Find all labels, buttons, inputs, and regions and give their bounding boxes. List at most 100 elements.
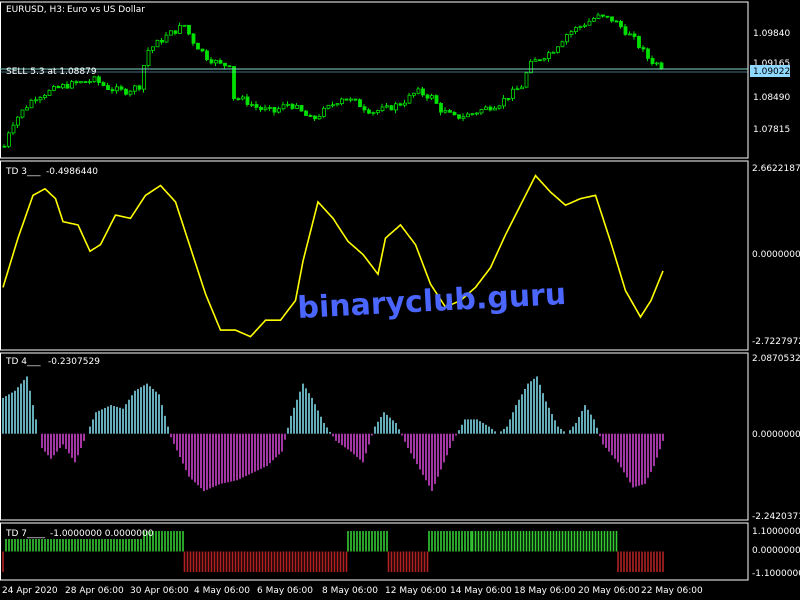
candle-body [43, 94, 47, 98]
candle-body [97, 76, 101, 84]
candle-body [308, 115, 313, 117]
candle-body [259, 106, 263, 111]
time-tick: 14 May 06:00 [450, 586, 512, 596]
candle-body [101, 82, 106, 86]
candle-body [326, 104, 331, 109]
candle-body [128, 90, 133, 95]
candle-body [182, 24, 187, 27]
candle-body [632, 33, 637, 37]
candle-body [515, 88, 520, 91]
candle-body [641, 47, 646, 50]
candle-body [547, 52, 551, 59]
td4-tick: 0.0000000 [752, 430, 800, 440]
candle-body [398, 103, 403, 106]
candle-body [151, 46, 155, 51]
candle-body [322, 107, 326, 117]
candle-body [479, 109, 484, 114]
candle-body [430, 95, 434, 99]
candle-body [506, 98, 511, 100]
candle-body [628, 33, 632, 36]
candle-body [169, 30, 173, 36]
td4-histogram [2, 376, 664, 492]
candle-body [412, 92, 416, 96]
candle-body [619, 21, 623, 28]
candle-body [137, 85, 142, 90]
candle-body [520, 86, 524, 90]
candle-body [367, 109, 371, 114]
time-tick: 28 Apr 06:00 [65, 586, 124, 596]
candle-body [394, 103, 398, 111]
candle-body [502, 98, 506, 107]
td7-pane-value: -1.0000000 0.0000000 [50, 529, 154, 539]
td4-tick: -2.2420371 [752, 512, 800, 522]
price-candles [2, 12, 664, 149]
candle-body [304, 110, 308, 116]
td3-pane-value: -0.4986440 [46, 167, 98, 177]
candle-body [565, 34, 569, 43]
candle-body [349, 98, 353, 101]
candle-body [146, 49, 151, 66]
candle-body [646, 48, 650, 59]
candle-body [317, 116, 322, 120]
candle-body [488, 106, 493, 111]
time-tick: 8 May 06:00 [322, 586, 378, 596]
time-tick: 20 May 06:00 [578, 586, 640, 596]
candle-body [650, 58, 655, 65]
candle-body [160, 39, 164, 43]
time-tick: 4 May 06:00 [194, 586, 250, 596]
candle-body [299, 105, 304, 112]
candle-body [286, 103, 290, 106]
candle-body [218, 60, 223, 64]
candle-body [542, 58, 547, 61]
time-axis: 24 Apr 2020 28 Apr 06:00 30 Apr 06:00 4 … [2, 586, 703, 596]
td3-tick: 0.0000000 [752, 250, 800, 260]
candle-body [335, 103, 340, 106]
time-tick: 22 May 06:00 [641, 586, 703, 596]
candle-body [79, 81, 83, 84]
td4-pane-value: -0.2307529 [48, 357, 100, 367]
candle-body [592, 17, 596, 22]
candle-body [214, 60, 218, 64]
time-tick: 18 May 06:00 [514, 586, 576, 596]
candle-body [475, 112, 479, 115]
td7-axis: 1.1000000 0.0000000 -1.1000000 [752, 527, 800, 579]
candle-body [443, 110, 448, 113]
candle-body [448, 110, 452, 113]
candle-body [209, 59, 214, 64]
candle-body [47, 89, 52, 96]
candle-body [124, 88, 128, 95]
candle-body [29, 99, 34, 109]
sell-order-label: SELL 5.3 at 1.08879 [6, 67, 97, 77]
candle-body [20, 109, 25, 118]
candle-body [295, 105, 299, 109]
candle-body [376, 110, 380, 113]
candle-body [25, 107, 29, 111]
candle-body [407, 94, 412, 104]
candle-body [133, 85, 137, 92]
candle-body [164, 34, 169, 43]
candle-body [470, 113, 475, 116]
candle-body [250, 104, 254, 106]
price-tick: 1.09840 [753, 29, 790, 39]
time-tick: 24 Apr 2020 [2, 586, 58, 596]
candle-body [56, 86, 61, 89]
candle-body [511, 88, 515, 99]
candle-body [277, 108, 281, 113]
candle-body [403, 102, 407, 106]
candle-body [587, 20, 592, 26]
candle-body [227, 65, 232, 68]
candle-body [200, 48, 205, 52]
candle-body [434, 95, 439, 104]
candle-body [461, 116, 466, 119]
price-pane-symbol: EURUSD, H3: [6, 5, 65, 15]
candle-body [416, 88, 421, 94]
candle-body [371, 112, 376, 114]
candle-body [484, 106, 488, 110]
candle-body [74, 81, 79, 84]
candle-body [173, 30, 178, 34]
candle-body [358, 99, 362, 108]
candle-body [655, 62, 659, 65]
candle-body [245, 96, 250, 105]
candle-body [106, 85, 110, 90]
td4-tick: 2.0870532 [752, 354, 800, 364]
